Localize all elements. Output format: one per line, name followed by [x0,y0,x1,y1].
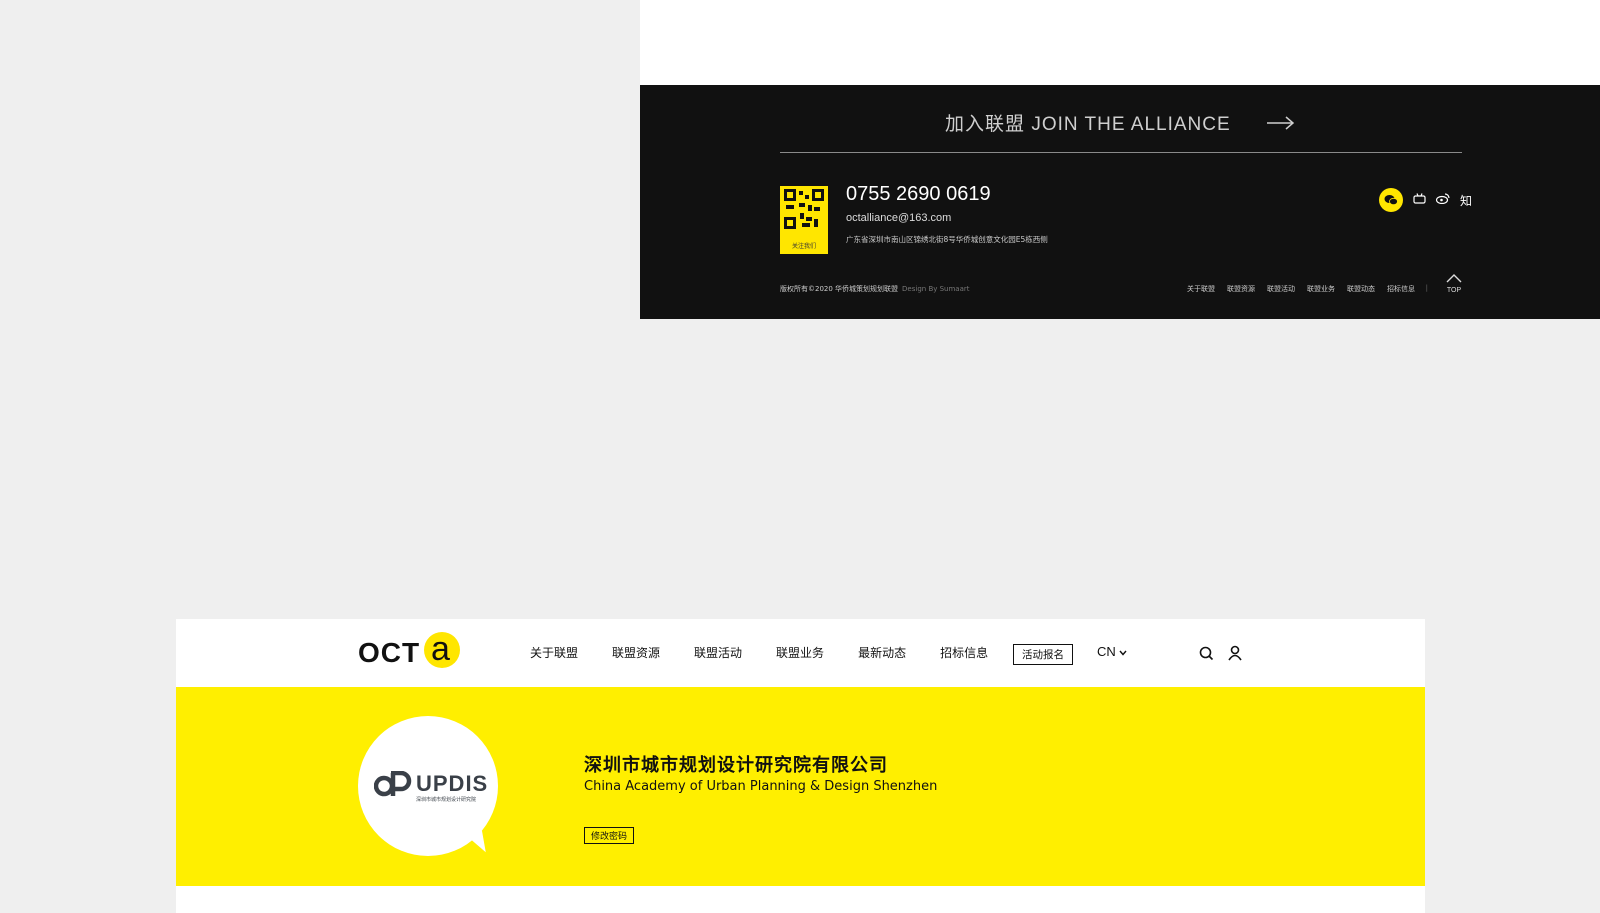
nav-about[interactable]: 关于联盟 [530,644,578,661]
company-name-cn: 深圳市城市规划设计研究院有限公司 [584,755,888,776]
nav-resources[interactable]: 联盟资源 [612,644,660,661]
chevron-down-icon [1119,650,1127,656]
footer-preview-panel: 加入联盟 JOIN THE ALLIANCE 关注我们 0755 2690 06… [640,0,1600,319]
updis-logo-subtext: 深圳市城市规划设计研究院 [416,797,477,803]
footer-nav-news[interactable]: 联盟动态 [1347,284,1375,294]
language-label: CN [1097,644,1116,659]
footer-nav-activities[interactable]: 联盟活动 [1267,284,1295,294]
join-alliance-link[interactable]: 加入联盟 JOIN THE ALLIANCE [640,109,1600,136]
content-area-bottom [176,886,1425,913]
weibo-icon[interactable] [1435,193,1450,207]
event-signup-button[interactable]: 活动报名 [1013,644,1073,665]
footer-nav: 关于联盟 联盟资源 联盟活动 联盟业务 联盟动态 招标信息 [1187,284,1415,294]
nav-news[interactable]: 最新动态 [858,644,906,661]
social-links: 知 [1378,188,1472,212]
qr-code-icon [784,189,824,229]
join-alliance-text: 加入联盟 JOIN THE ALLIANCE [945,114,1231,135]
wechat-icon[interactable] [1378,188,1403,212]
nav-activities[interactable]: 联盟活动 [694,644,742,661]
updis-mark-icon [374,771,412,797]
footer-nav-tenders[interactable]: 招标信息 [1387,284,1415,294]
qr-label: 关注我们 [791,243,816,250]
contact-address: 广东省深圳市南山区锦绣北街8号华侨城创意文化园E5栋西侧 [846,235,1048,244]
contact-email[interactable]: octalliance@163.com [846,212,951,224]
logo-letter: a [431,630,450,668]
footer-separator: | [1425,284,1428,292]
user-icon[interactable] [1228,645,1242,665]
company-name-en: China Academy of Urban Planning & Design… [584,779,938,794]
nav-business[interactable]: 联盟业务 [776,644,824,661]
zhihu-icon[interactable]: 知 [1460,192,1472,209]
site-logo[interactable]: OCT a [358,629,468,679]
copyright: 版权所有©2020 华侨城策划规划联盟 Design By Sumaart [780,284,970,294]
content-area-top [640,0,1600,85]
profile-page-preview: OCT a 关于联盟 联盟资源 联盟活动 联盟业务 最新动态 招标信息 活动报名… [176,619,1425,913]
avatar-bubble-tail [464,830,486,856]
bilibili-icon[interactable] [1413,193,1426,207]
footer-divider [780,152,1462,153]
arrow-right-icon [1266,114,1295,136]
back-to-top-label: TOP [1446,287,1462,294]
footer-nav-about[interactable]: 关于联盟 [1187,284,1215,294]
design-credit[interactable]: Design By Sumaart [902,285,969,293]
language-selector[interactable]: CN [1097,644,1127,659]
footer-nav-resources[interactable]: 联盟资源 [1227,284,1255,294]
change-password-button[interactable]: 修改密码 [584,827,635,844]
footer-nav-business[interactable]: 联盟业务 [1307,284,1335,294]
updis-logo-text: UPDIS [416,771,489,796]
contact-phone: 0755 2690 0619 [846,183,991,205]
updis-logo: UPDIS [374,771,488,797]
copyright-text: 版权所有©2020 华侨城策划规划联盟 [780,285,899,293]
back-to-top-button[interactable]: TOP [1444,268,1464,294]
chevron-up-icon [1446,274,1462,283]
nav-tenders[interactable]: 招标信息 [940,644,988,661]
profile-banner: UPDIS 深圳市城市规划设计研究院 深圳市城市规划设计研究院有限公司 Chin… [176,687,1425,886]
main-nav: 关于联盟 联盟资源 联盟活动 联盟业务 最新动态 招标信息 [530,644,1022,661]
site-header: OCT a 关于联盟 联盟资源 联盟活动 联盟业务 最新动态 招标信息 活动报名… [176,619,1425,687]
qr-code: 关注我们 [780,186,828,254]
logo-text: OCT [358,637,421,668]
site-footer: 加入联盟 JOIN THE ALLIANCE 关注我们 0755 2690 06… [640,85,1600,319]
search-icon[interactable] [1199,646,1214,665]
